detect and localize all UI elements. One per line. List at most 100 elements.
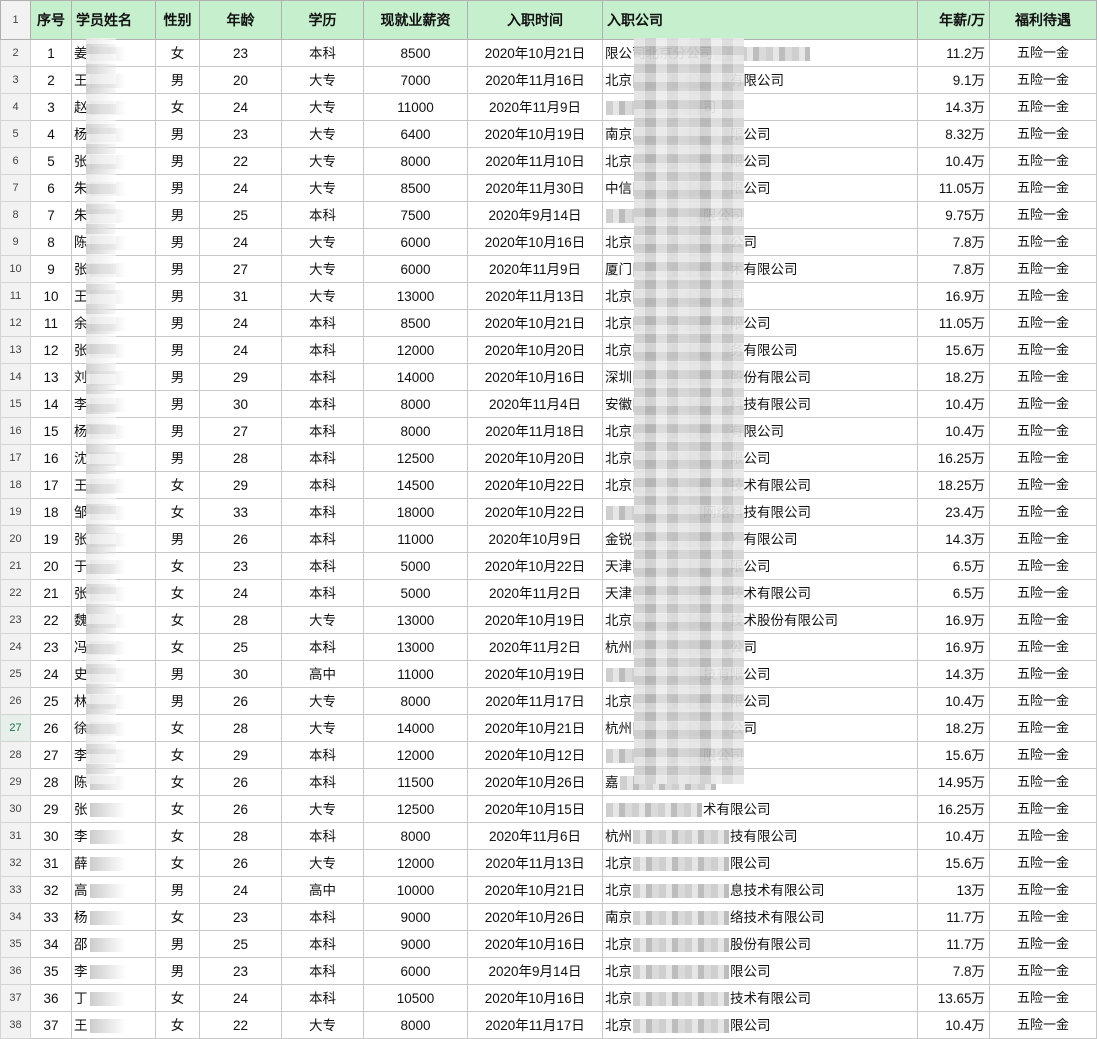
cell-no[interactable]: 23	[30, 633, 72, 661]
cell-gender[interactable]: 男	[155, 417, 200, 445]
cell-welfare[interactable]: 五险一金	[989, 606, 1097, 634]
cell-welfare[interactable]: 五险一金	[989, 957, 1097, 985]
header-cell-welfare[interactable]: 福利待遇	[989, 0, 1097, 40]
cell-student-name[interactable]: 邵	[71, 930, 156, 958]
cell-company[interactable]: 司	[602, 93, 918, 121]
cell-hire-date[interactable]: 2020年10月22日	[467, 498, 603, 526]
cell-welfare[interactable]: 五险一金	[989, 147, 1097, 175]
cell-salary[interactable]: 11500	[363, 768, 468, 796]
cell-hire-date[interactable]: 2020年10月9日	[467, 525, 603, 553]
cell-student-name[interactable]: 李	[71, 822, 156, 850]
cell-age[interactable]: 29	[199, 363, 282, 391]
header-cell-education[interactable]: 学历	[281, 0, 364, 40]
cell-student-name[interactable]: 高	[71, 876, 156, 904]
cell-welfare[interactable]: 五险一金	[989, 417, 1097, 445]
cell-salary[interactable]: 8500	[363, 174, 468, 202]
cell-company[interactable]: 天津 限公司	[602, 552, 918, 580]
cell-company[interactable]: 北京 技术股份有限公司	[602, 606, 918, 634]
cell-gender[interactable]: 男	[155, 120, 200, 148]
row-number[interactable]: 9	[0, 228, 31, 256]
cell-education[interactable]: 本科	[281, 552, 364, 580]
cell-hire-date[interactable]: 2020年11月17日	[467, 687, 603, 715]
cell-company[interactable]: 杭州 技有限公司	[602, 822, 918, 850]
cell-student-name[interactable]: 薛	[71, 849, 156, 877]
cell-gender[interactable]: 女	[155, 93, 200, 121]
cell-gender[interactable]: 女	[155, 795, 200, 823]
cell-no[interactable]: 16	[30, 444, 72, 472]
cell-hire-date[interactable]: 2020年10月21日	[467, 876, 603, 904]
cell-annual-salary[interactable]: 8.32万	[917, 120, 990, 148]
cell-age[interactable]: 29	[199, 471, 282, 499]
cell-age[interactable]: 22	[199, 147, 282, 175]
cell-education[interactable]: 本科	[281, 39, 364, 67]
cell-company[interactable]: 北京 限公司	[602, 849, 918, 877]
row-number[interactable]: 31	[0, 822, 31, 850]
cell-welfare[interactable]: 五险一金	[989, 66, 1097, 94]
cell-hire-date[interactable]: 2020年10月21日	[467, 309, 603, 337]
cell-welfare[interactable]: 五险一金	[989, 849, 1097, 877]
cell-company[interactable]: 限公司	[602, 201, 918, 229]
cell-student-name[interactable]: 杨	[71, 903, 156, 931]
cell-student-name[interactable]: 王	[71, 1011, 156, 1039]
cell-hire-date[interactable]: 2020年9月14日	[467, 957, 603, 985]
cell-hire-date[interactable]: 2020年9月14日	[467, 201, 603, 229]
cell-gender[interactable]: 男	[155, 660, 200, 688]
header-cell-age[interactable]: 年龄	[199, 0, 282, 40]
cell-no[interactable]: 13	[30, 363, 72, 391]
cell-hire-date[interactable]: 2020年10月16日	[467, 930, 603, 958]
cell-education[interactable]: 本科	[281, 957, 364, 985]
cell-hire-date[interactable]: 2020年11月6日	[467, 822, 603, 850]
cell-company[interactable]: 深圳 股份有限公司	[602, 363, 918, 391]
cell-gender[interactable]: 男	[155, 687, 200, 715]
cell-hire-date[interactable]: 2020年10月26日	[467, 903, 603, 931]
cell-education[interactable]: 本科	[281, 768, 364, 796]
row-number[interactable]: 22	[0, 579, 31, 607]
cell-hire-date[interactable]: 2020年10月19日	[467, 660, 603, 688]
cell-age[interactable]: 24	[199, 876, 282, 904]
cell-welfare[interactable]: 五险一金	[989, 660, 1097, 688]
cell-annual-salary[interactable]: 10.4万	[917, 822, 990, 850]
cell-company[interactable]: 厦门 术有限公司	[602, 255, 918, 283]
cell-annual-salary[interactable]: 10.4万	[917, 1011, 990, 1039]
cell-age[interactable]: 30	[199, 660, 282, 688]
cell-age[interactable]: 24	[199, 579, 282, 607]
cell-company[interactable]: 北京 限公司	[602, 147, 918, 175]
cell-annual-salary[interactable]: 9.75万	[917, 201, 990, 229]
cell-salary[interactable]: 11000	[363, 525, 468, 553]
cell-annual-salary[interactable]: 10.4万	[917, 147, 990, 175]
row-number[interactable]: 18	[0, 471, 31, 499]
cell-gender[interactable]: 男	[155, 336, 200, 364]
cell-age[interactable]: 23	[199, 903, 282, 931]
cell-student-name[interactable]: 李	[71, 957, 156, 985]
cell-age[interactable]: 22	[199, 1011, 282, 1039]
cell-gender[interactable]: 男	[155, 444, 200, 472]
cell-company[interactable]: 网络科技有限公司	[602, 498, 918, 526]
cell-no[interactable]: 3	[30, 93, 72, 121]
cell-salary[interactable]: 8000	[363, 417, 468, 445]
cell-annual-salary[interactable]: 11.7万	[917, 903, 990, 931]
cell-student-name[interactable]: 赵	[71, 93, 156, 121]
cell-company[interactable]: 北京 股份有限公司	[602, 930, 918, 958]
header-cell-gender[interactable]: 性别	[155, 0, 200, 40]
cell-no[interactable]: 37	[30, 1011, 72, 1039]
cell-salary[interactable]: 8500	[363, 39, 468, 67]
cell-gender[interactable]: 女	[155, 633, 200, 661]
cell-student-name[interactable]: 朱	[71, 201, 156, 229]
cell-education[interactable]: 大专	[281, 1011, 364, 1039]
cell-education[interactable]: 高中	[281, 660, 364, 688]
cell-no[interactable]: 34	[30, 930, 72, 958]
cell-education[interactable]: 本科	[281, 903, 364, 931]
row-number[interactable]: 27	[0, 714, 31, 742]
cell-no[interactable]: 26	[30, 714, 72, 742]
cell-gender[interactable]: 女	[155, 606, 200, 634]
cell-age[interactable]: 24	[199, 309, 282, 337]
cell-education[interactable]: 高中	[281, 876, 364, 904]
cell-welfare[interactable]: 五险一金	[989, 93, 1097, 121]
cell-student-name[interactable]: 张	[71, 336, 156, 364]
cell-hire-date[interactable]: 2020年10月16日	[467, 984, 603, 1012]
row-number[interactable]: 6	[0, 147, 31, 175]
row-number[interactable]: 23	[0, 606, 31, 634]
cell-age[interactable]: 26	[199, 525, 282, 553]
cell-no[interactable]: 36	[30, 984, 72, 1012]
cell-gender[interactable]: 女	[155, 498, 200, 526]
